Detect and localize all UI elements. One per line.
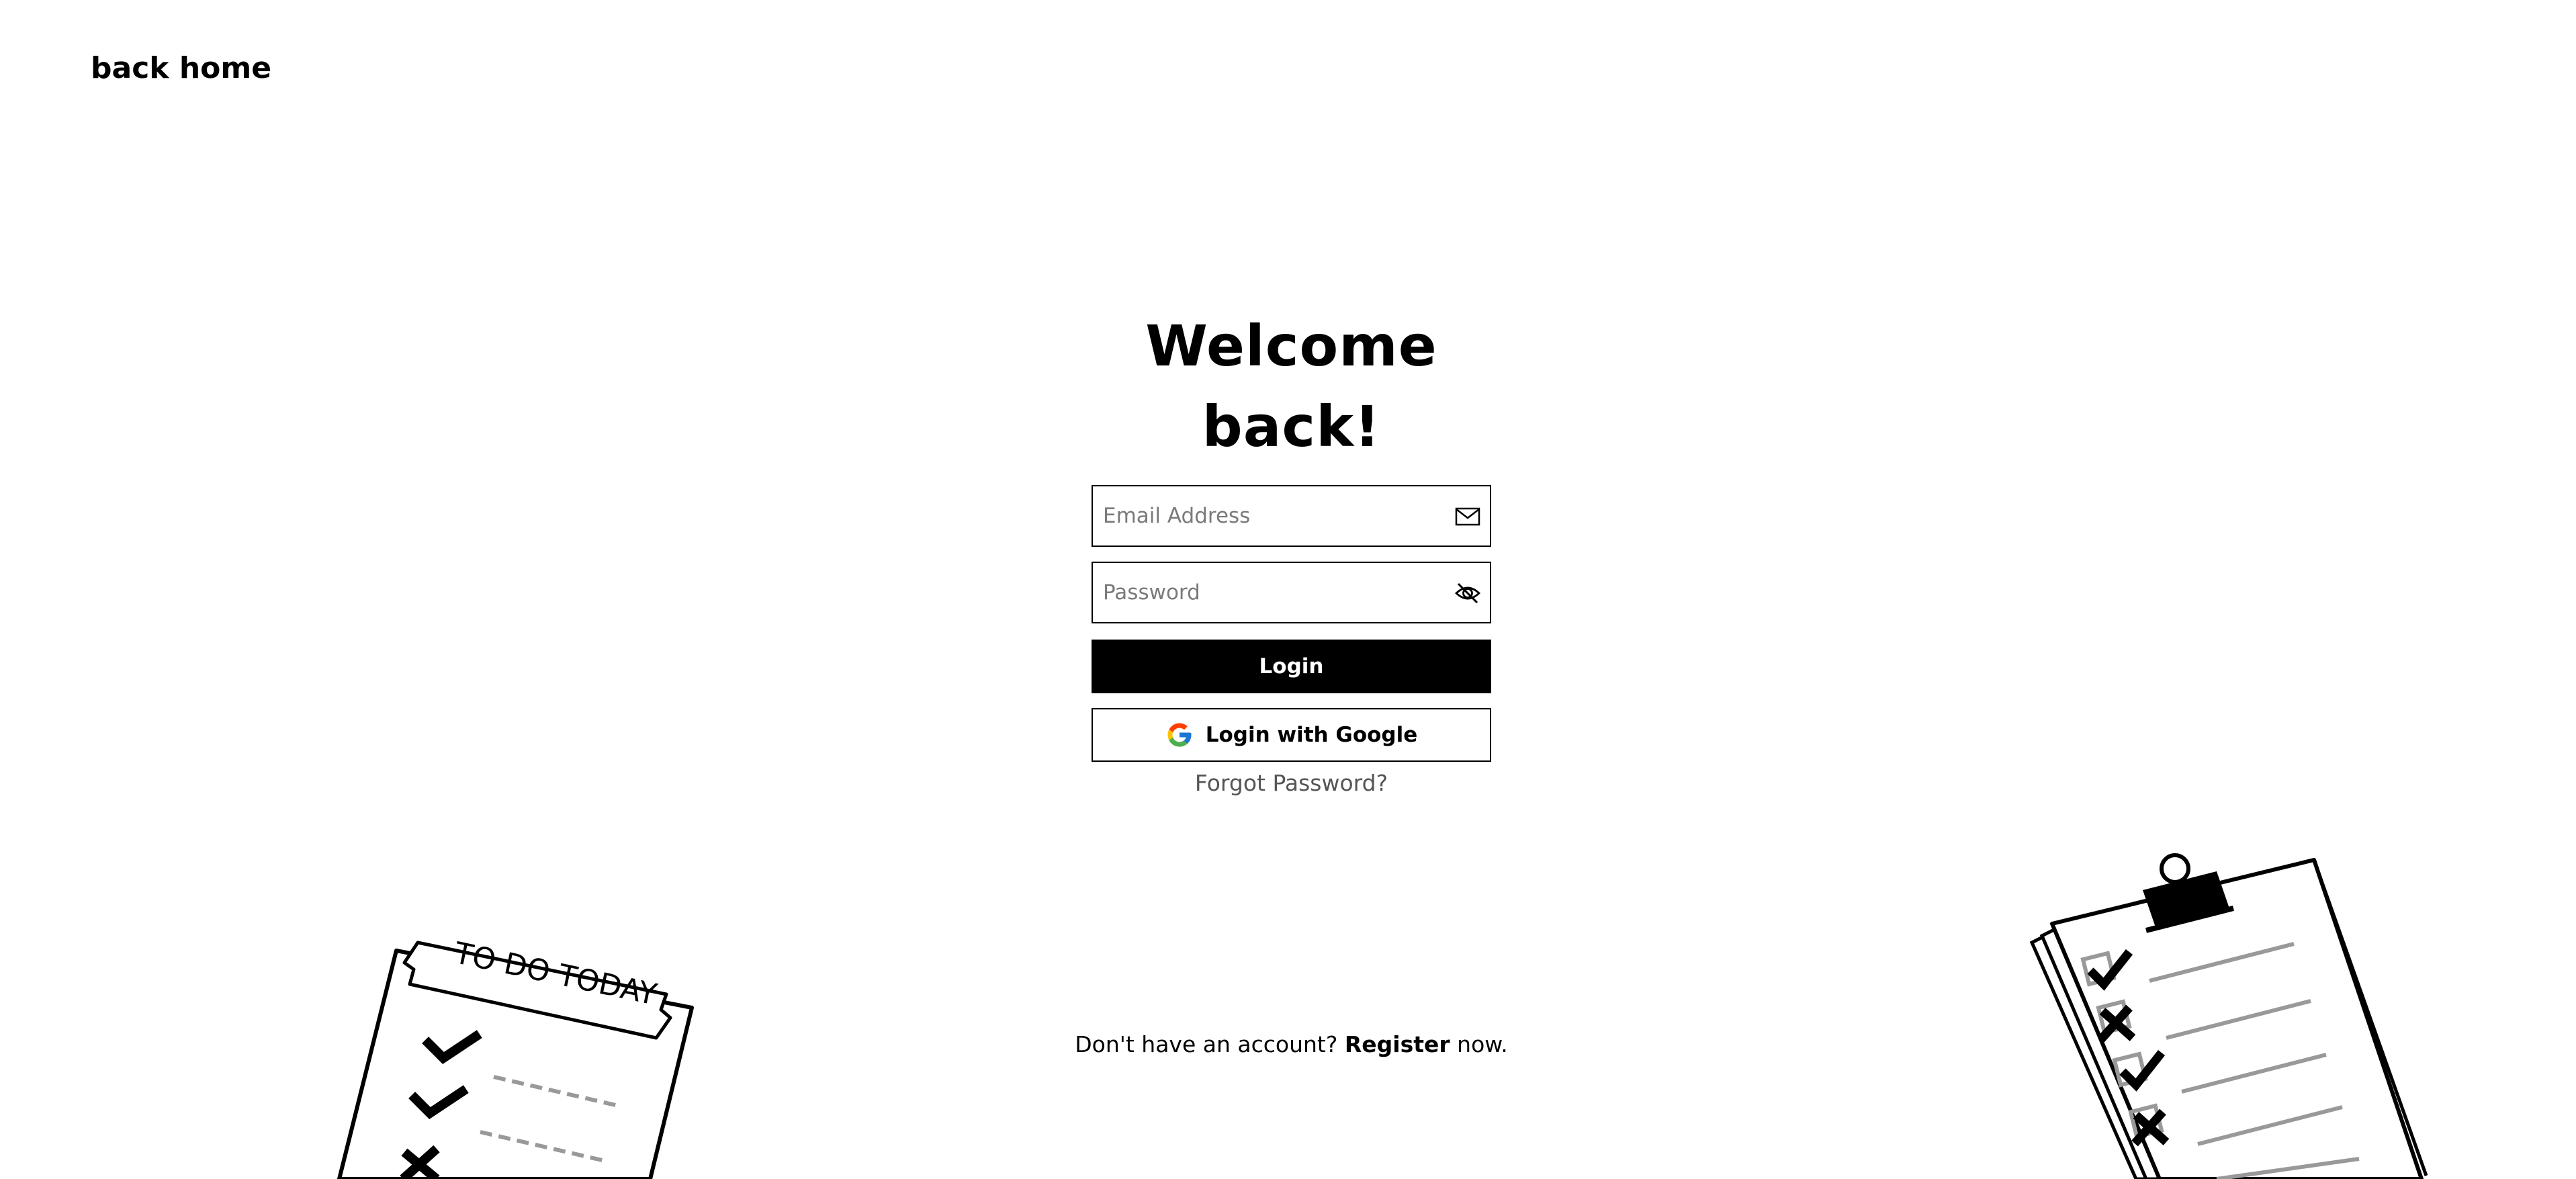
- register-prefix: Don't have an account?: [1075, 1031, 1338, 1057]
- page-title: Welcome back!: [1145, 313, 1437, 460]
- register-prompt: Don't have an account? Register now.: [1008, 1031, 1575, 1057]
- eye-off-icon[interactable]: [1452, 578, 1483, 609]
- todo-list-illustration: TO DO TODAY: [329, 930, 705, 1179]
- google-icon: [1165, 721, 1194, 749]
- password-input[interactable]: [1093, 566, 1425, 619]
- email-field: [1092, 485, 1491, 547]
- login-page: back home Welcome back! Login: [0, 0, 2576, 1179]
- clipboard-checklist-illustration: [2015, 843, 2445, 1179]
- login-form: Welcome back! Login: [1092, 306, 1491, 796]
- mail-icon: [1452, 501, 1483, 532]
- google-login-label: Login with Google: [1205, 723, 1418, 747]
- google-login-button[interactable]: Login with Google: [1092, 708, 1491, 762]
- password-field: [1092, 562, 1491, 623]
- login-button[interactable]: Login: [1092, 640, 1491, 693]
- email-input[interactable]: [1093, 489, 1425, 543]
- back-home-link[interactable]: back home: [91, 51, 271, 85]
- forgot-password-link[interactable]: Forgot Password?: [1092, 770, 1491, 796]
- register-suffix: now.: [1457, 1031, 1508, 1057]
- register-link[interactable]: Register: [1345, 1031, 1450, 1057]
